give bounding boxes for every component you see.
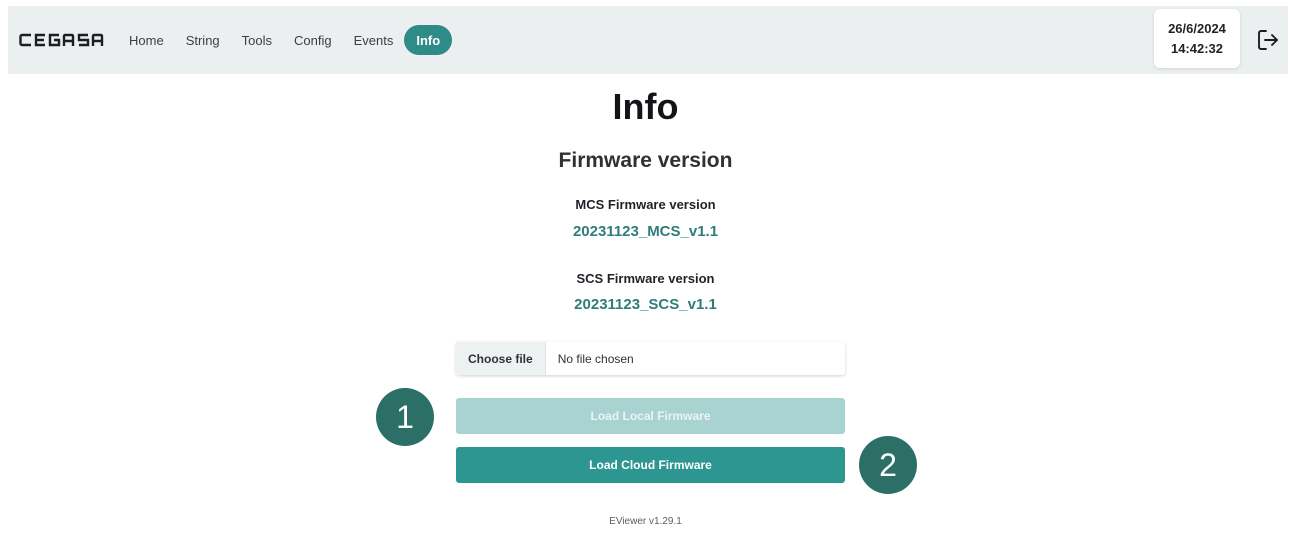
cegasa-logo-mark	[19, 33, 104, 47]
nav-info[interactable]: Info	[404, 25, 453, 55]
cegasa-logo[interactable]	[19, 30, 107, 50]
scs-firmware-version: 20231123_SCS_v1.1	[574, 296, 717, 313]
mcs-firmware-version: 20231123_MCS_v1.1	[572, 223, 719, 240]
firmware-file-input[interactable]: Choose file No file chosen	[456, 342, 845, 375]
app-version-footer: EViewer v1.29.1	[609, 516, 682, 527]
load-local-firmware-button[interactable]: Load Local Firmware	[456, 398, 845, 434]
datetime-display: 26/6/2024 14:42:32	[1154, 9, 1240, 68]
mcs-firmware-label: MCS Firmware version	[575, 197, 716, 212]
nav-home[interactable]: Home	[118, 25, 175, 55]
step-marker-1: 1	[376, 388, 434, 446]
nav-config[interactable]: Config	[283, 25, 343, 55]
step-marker-2: 2	[859, 436, 917, 494]
nav-string[interactable]: String	[175, 25, 231, 55]
scs-firmware-label: SCS Firmware version	[576, 271, 715, 286]
main-nav: Home String Tools Config Events Info	[118, 24, 453, 56]
page-title: Info	[612, 86, 679, 127]
current-date: 26/6/2024	[1168, 20, 1226, 36]
nav-tools[interactable]: Tools	[231, 25, 283, 55]
nav-events[interactable]: Events	[343, 25, 405, 55]
choose-file-button[interactable]: Choose file	[456, 342, 546, 375]
current-time: 14:42:32	[1170, 40, 1224, 56]
firmware-section-title: Firmware version	[558, 149, 733, 172]
file-status-text: No file chosen	[557, 351, 634, 366]
load-cloud-firmware-button[interactable]: Load Cloud Firmware	[456, 447, 845, 483]
top-navbar: Home String Tools Config Events Info 26/…	[8, 6, 1288, 74]
logout-icon[interactable]	[1256, 28, 1280, 52]
